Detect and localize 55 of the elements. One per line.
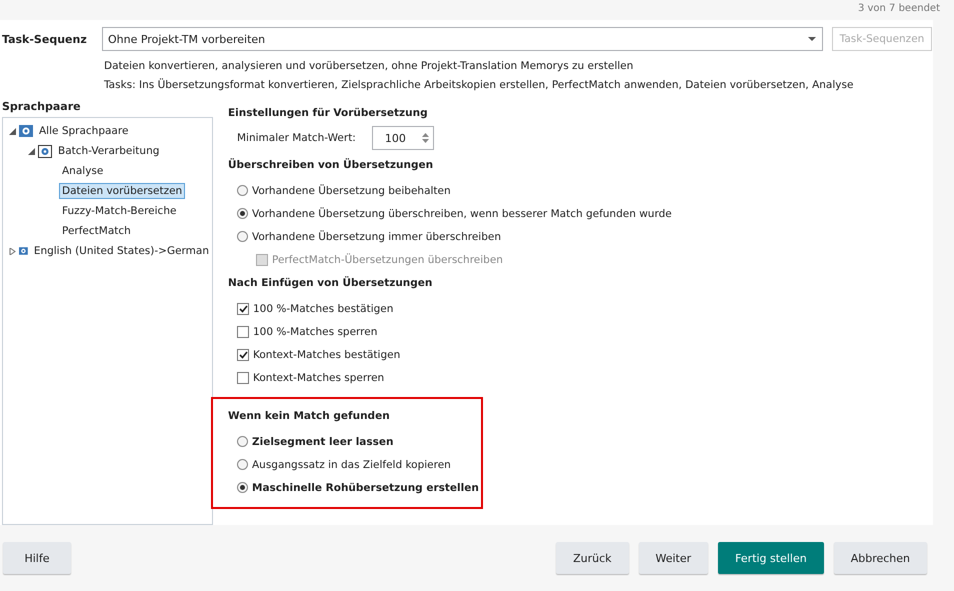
tree-item[interactable]: Batch-Verarbeitung: [55, 143, 162, 159]
expanded-arrow-icon[interactable]: [9, 128, 16, 134]
progress-text: 3 von 7 beendet: [858, 2, 940, 15]
field-label: Minimaler Match-Wert:: [237, 132, 356, 144]
tree-item[interactable]: PerfectMatch: [59, 223, 134, 239]
radio-button[interactable]: [237, 482, 248, 493]
field-label: Task-Sequenz: [1, 32, 88, 46]
section-title: Nach Einfügen von Übersetzungen: [228, 275, 434, 291]
dialog-button[interactable]: Abbrechen: [834, 542, 927, 574]
radio-button[interactable]: [237, 185, 248, 196]
match-value-spinner[interactable]: 100: [372, 126, 434, 150]
option-label: Ausgangssatz in das Zielfeld kopieren: [252, 458, 451, 470]
tree-item[interactable]: Dateien vorübersetzen: [59, 183, 186, 199]
section-title: Wenn kein Match gefunden: [228, 409, 391, 424]
option-label: PerfectMatch-Übersetzungen überschreiben: [272, 254, 503, 266]
checkmark-icon: [238, 350, 248, 358]
option-label: Maschinelle Rohübersetzung erstellen: [252, 482, 479, 494]
option-label: Vorhandene Übersetzung immer überschreiben: [252, 230, 501, 242]
tree-item[interactable]: Analyse: [59, 163, 106, 179]
radio-button[interactable]: [237, 436, 248, 447]
dialog-button[interactable]: Fertig stellen: [718, 542, 824, 574]
checkbox[interactable]: [237, 348, 249, 360]
tree-item[interactable]: English (United States)->German: [30, 243, 212, 259]
dialog-button[interactable]: Zurück: [556, 542, 628, 574]
option-label: Kontext-Matches bestätigen: [253, 348, 400, 360]
tree-item[interactable]: Fuzzy-Match-Bereiche: [59, 203, 180, 219]
option-label: Vorhandene Übersetzung überschreiben, wenn besserer Match gefunden wurde: [252, 208, 672, 220]
option-label: Zielsegment leer lassen: [252, 436, 394, 448]
checkbox[interactable]: [237, 326, 249, 338]
spinner-arrows-icon[interactable]: [422, 132, 429, 144]
radio-button[interactable]: [237, 231, 248, 242]
checkbox[interactable]: [237, 302, 249, 314]
tasks-text: Tasks: Ins Übersetzungsformat konvertieren, Zielsprachliche Arbeitskopien erstellen, PerfectMatch anwenden, Dateien vorübersetzen, Analyse: [104, 77, 854, 93]
radio-button[interactable]: [237, 208, 248, 219]
panel-title: Sprachpaare: [1, 100, 82, 115]
task-sequence-dropdown[interactable]: Ohne Projekt-TM vorbereiten: [102, 27, 823, 51]
option-label: Vorhandene Übersetzung beibehalten: [252, 184, 451, 196]
checkbox[interactable]: [237, 372, 249, 384]
globe-icon: [19, 245, 28, 257]
checkmark-icon: [238, 304, 248, 312]
dialog-button[interactable]: Weiter: [638, 542, 708, 574]
dropdown-arrow-icon: [808, 37, 816, 41]
collapsed-arrow-icon[interactable]: [9, 248, 16, 254]
section-title: Überschreiben von Übersetzungen: [228, 157, 434, 173]
globe-icon: [19, 125, 33, 137]
option-label: Kontext-Matches sperren: [253, 372, 384, 384]
tree-item[interactable]: Alle Sprachpaare: [36, 123, 132, 139]
radio-button[interactable]: [237, 459, 248, 470]
gear-icon: [38, 144, 52, 158]
dialog-button[interactable]: Hilfe: [3, 542, 71, 574]
option-label: 100 %-Matches sperren: [253, 326, 378, 338]
section-title: Einstellungen für Vorübersetzung: [228, 106, 429, 121]
description-text: Dateien konvertieren, analysieren und vorübersetzen, ohne Projekt-Translation Memorys zu erstellen: [104, 59, 634, 74]
expanded-arrow-icon[interactable]: [28, 148, 35, 154]
option-label: 100 %-Matches bestätigen: [253, 302, 394, 314]
